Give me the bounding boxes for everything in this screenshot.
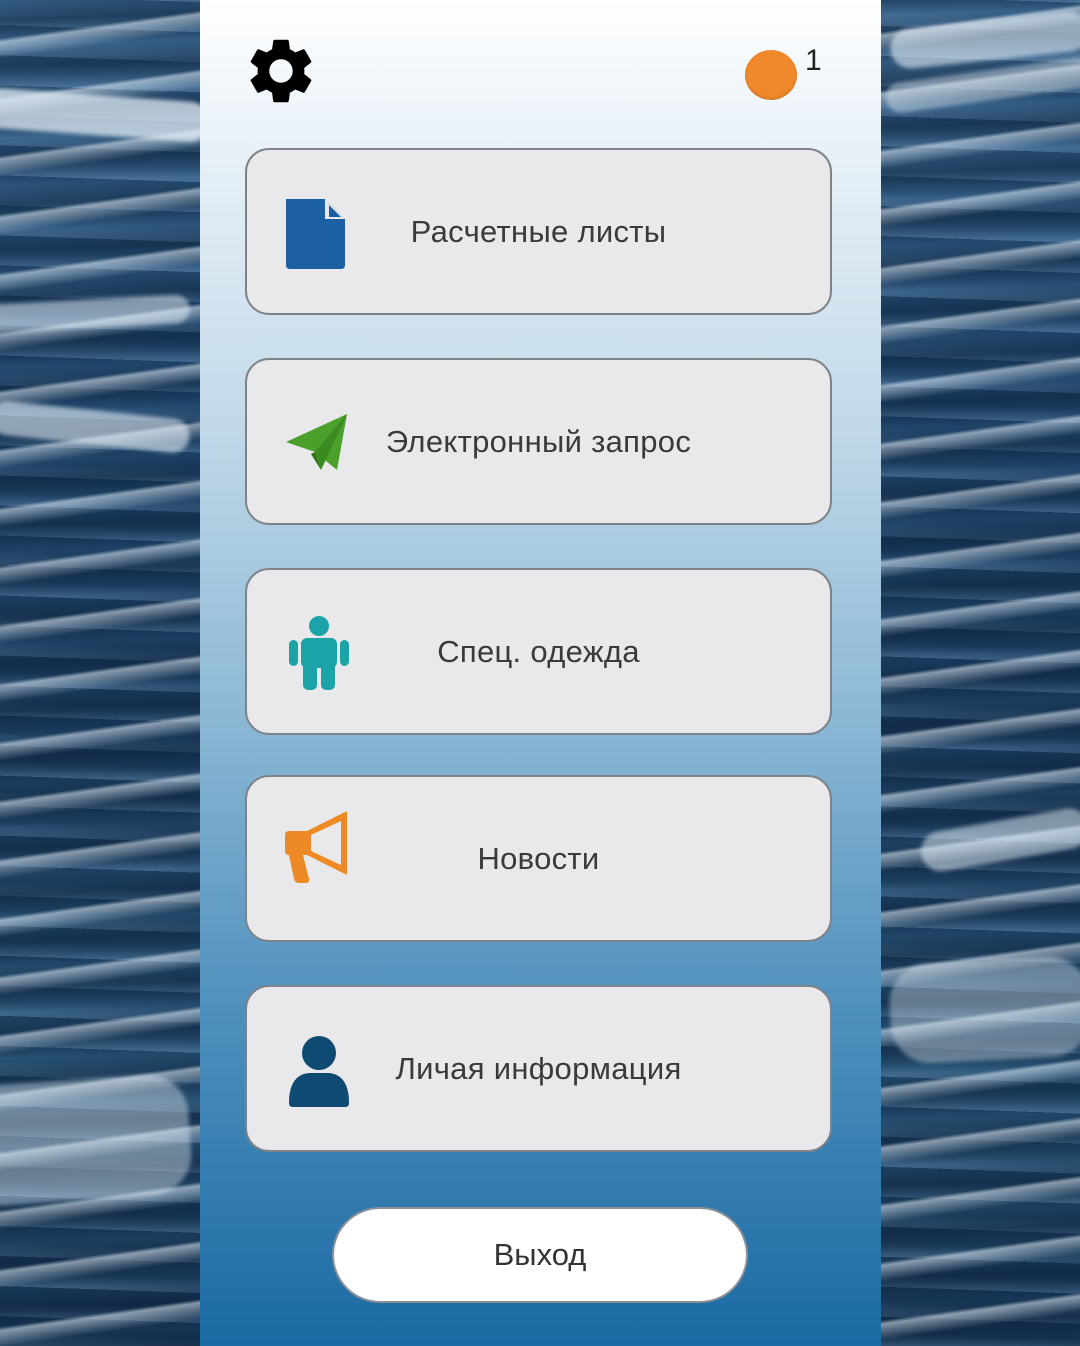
news-button[interactable]: Новости [245,775,832,942]
background-stroke [0,294,191,334]
notification-dot[interactable] [745,50,797,100]
background-stroke [0,399,192,455]
payslips-button[interactable]: Расчетные листы [245,148,832,315]
background-stroke [0,1072,194,1208]
workwear-label: Спец. одежда [437,633,640,669]
background-stroke [917,805,1080,875]
background-stroke [887,954,1080,1066]
background-stroke [0,87,212,143]
payslips-label: Расчетные листы [410,213,667,249]
personal-info-button[interactable]: Личая информация [245,985,832,1152]
gear-icon[interactable] [242,32,320,110]
electronic-request-label: Электронный запрос [385,423,692,459]
personal-info-label: Личая информация [395,1050,682,1086]
notification-count: 1 [805,44,822,77]
main-menu-panel: 1 Расчетные листы Электронный запрос Спе… [200,0,881,1346]
workwear-button[interactable]: Спец. одежда [245,568,832,735]
app-background: 1 Расчетные листы Электронный запрос Спе… [0,0,1080,1346]
logout-button[interactable]: Выход [332,1207,748,1303]
electronic-request-button[interactable]: Электронный запрос [245,358,832,525]
news-label: Новости [477,840,600,876]
